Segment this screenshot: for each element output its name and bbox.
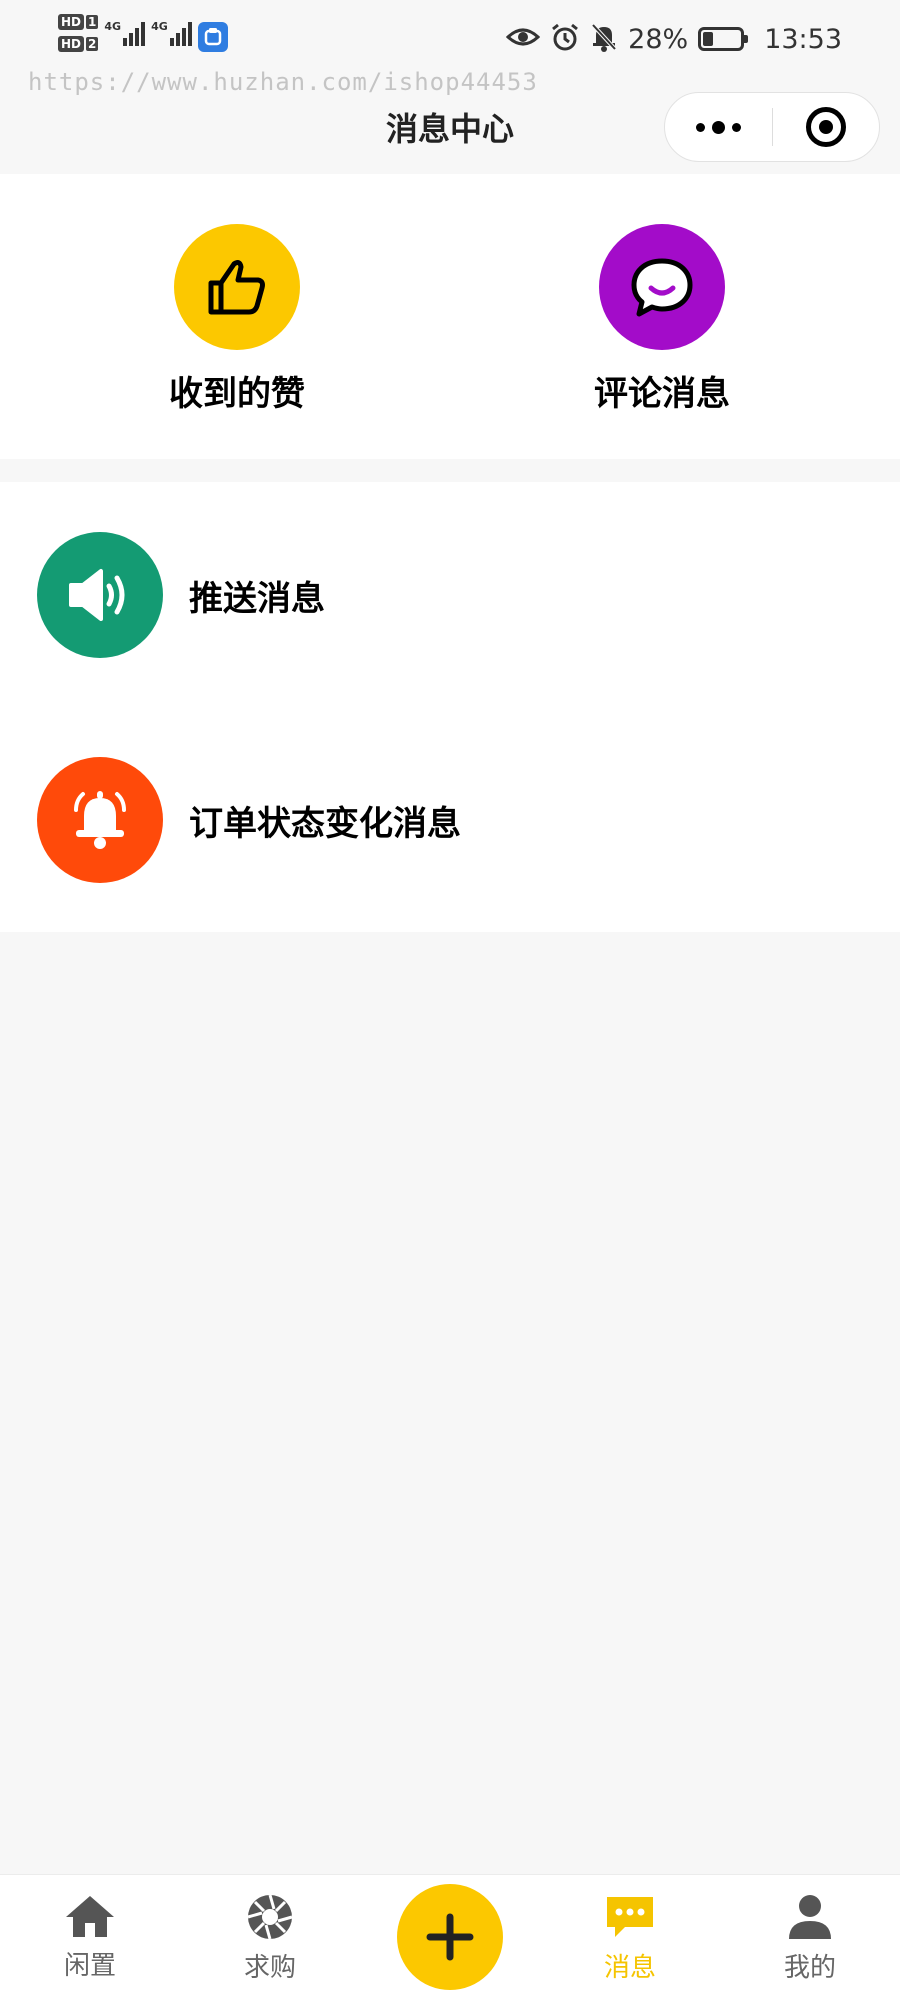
app-notification-icon — [197, 22, 228, 52]
list-item-push[interactable]: 推送消息 — [0, 510, 900, 680]
sim2-slot: 2 — [86, 37, 99, 51]
signal-bars-icon — [123, 20, 146, 46]
signal-bars-icon — [169, 20, 192, 46]
alarm-icon — [550, 22, 580, 56]
battery-icon — [698, 27, 749, 51]
user-icon — [789, 1895, 831, 1939]
card-comments-label: 评论消息 — [594, 374, 730, 414]
sim1-slot: 1 — [86, 15, 99, 29]
sim2-hd-badge: HD — [58, 36, 85, 52]
plus-icon — [426, 1913, 474, 1961]
tab-messages[interactable]: 消息 — [570, 1893, 690, 1984]
tab-mine-label: 我的 — [783, 1953, 836, 1983]
watermark-url: https://www.huzhan.com/ishop44453 — [28, 68, 538, 96]
tab-wanted-label: 求购 — [243, 1953, 296, 1983]
top-header: HD 1 HD 2 4G 4G 28% 13:53 https://www.hu… — [0, 0, 900, 174]
mute-bell-icon — [590, 22, 618, 56]
net1-label: 4G — [104, 20, 122, 33]
message-list: 推送消息 订单状态变化消息 — [0, 482, 900, 932]
sim1-hd-badge: HD — [58, 14, 85, 30]
signal-2: 4G — [151, 20, 192, 46]
card-likes-circle — [174, 224, 300, 350]
status-right: 28% 13:53 — [505, 22, 842, 56]
net2-label: 4G — [151, 20, 168, 33]
list-item-order-status-circle — [37, 757, 163, 883]
tab-idle[interactable]: 闲置 — [30, 1893, 150, 1982]
more-button[interactable] — [665, 93, 772, 161]
publish-button[interactable] — [397, 1884, 503, 1990]
list-item-order-status[interactable]: 订单状态变化消息 — [0, 735, 900, 905]
clock-time: 13:53 — [764, 23, 842, 55]
list-item-push-label: 推送消息 — [189, 578, 325, 619]
list-item-push-circle — [37, 532, 163, 658]
aperture-icon — [247, 1894, 293, 1940]
tab-idle-label: 闲置 — [63, 1951, 116, 1981]
target-icon — [806, 107, 846, 147]
status-left: HD 1 HD 2 4G 4G — [58, 14, 228, 52]
tab-mine[interactable]: 我的 — [750, 1893, 870, 1984]
home-icon — [66, 1896, 114, 1937]
speaker-icon — [69, 569, 125, 621]
message-icon — [607, 1897, 653, 1937]
comment-icon — [631, 258, 693, 317]
list-item-order-status-label: 订单状态变化消息 — [189, 803, 461, 844]
status-bar: HD 1 HD 2 4G 4G 28% 13:53 — [0, 0, 900, 76]
message-category-cards: 收到的赞 评论消息 — [0, 174, 900, 459]
card-likes-label: 收到的赞 — [169, 374, 305, 414]
bell-icon — [74, 791, 126, 849]
mini-program-capsule — [664, 92, 880, 162]
card-likes[interactable]: 收到的赞 — [137, 224, 337, 415]
tab-wanted[interactable]: 求购 — [210, 1893, 330, 1984]
eye-icon — [505, 26, 541, 52]
card-comments[interactable]: 评论消息 — [562, 224, 762, 415]
battery-percent: 28% — [628, 23, 689, 55]
card-comments-circle — [599, 224, 725, 350]
close-miniprogram-button[interactable] — [773, 93, 879, 161]
signal-1: 4G — [104, 20, 146, 46]
thumbs-up-icon — [208, 260, 265, 315]
sim-indicators: HD 1 HD 2 — [58, 14, 99, 52]
tab-messages-label: 消息 — [603, 1953, 656, 1983]
